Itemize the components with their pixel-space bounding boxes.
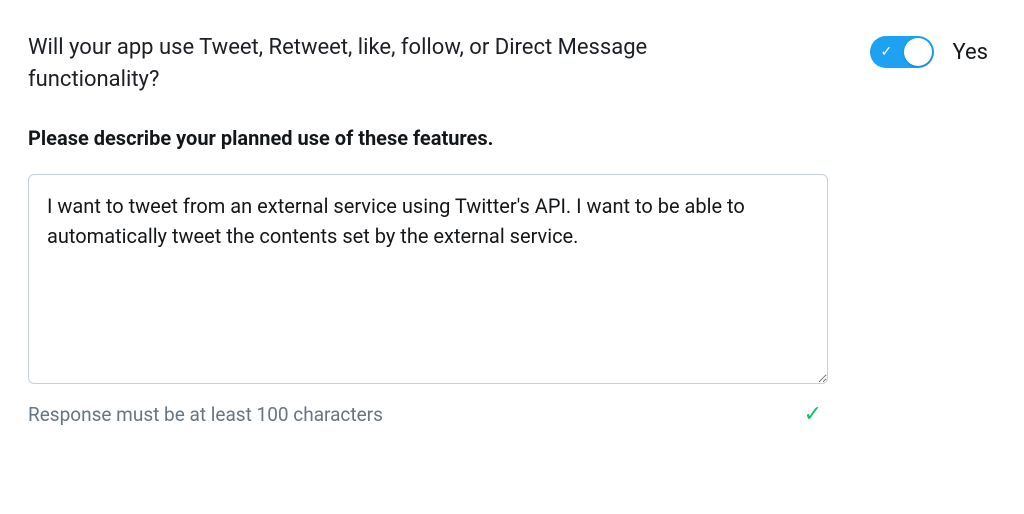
- section-subheading: Please describe your planned use of thes…: [28, 126, 996, 150]
- check-icon: ✓: [880, 45, 892, 59]
- toggle-label: Yes: [952, 40, 988, 65]
- functionality-toggle[interactable]: ✓: [870, 36, 934, 68]
- helper-text: Response must be at least 100 characters: [28, 403, 383, 426]
- valid-check-icon: ✓: [804, 402, 828, 427]
- helper-row: Response must be at least 100 characters…: [28, 402, 828, 427]
- description-field-group: Response must be at least 100 characters…: [28, 174, 828, 427]
- question-row: Will your app use Tweet, Retweet, like, …: [28, 32, 996, 96]
- question-text: Will your app use Tweet, Retweet, like, …: [28, 32, 748, 96]
- toggle-knob: [904, 38, 932, 66]
- toggle-group: ✓ Yes: [870, 36, 988, 68]
- description-textarea[interactable]: [28, 174, 828, 384]
